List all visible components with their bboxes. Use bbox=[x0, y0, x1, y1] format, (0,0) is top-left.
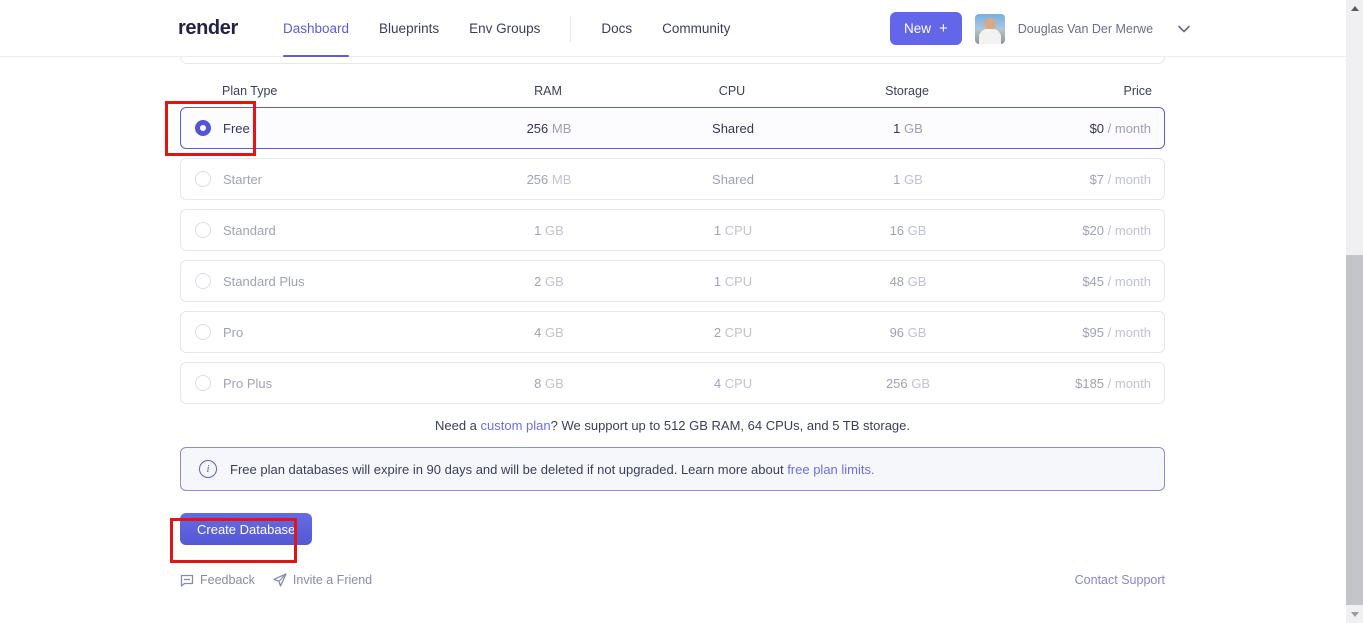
plan-row-standard[interactable]: Standard 1 GB1 CPU16 GB$20 / month bbox=[180, 209, 1165, 251]
invite-a-friend-label: Invite a Friend bbox=[293, 573, 372, 587]
ram-cell: 256 MB bbox=[441, 121, 657, 136]
storage-cell: 16 GB bbox=[809, 223, 1007, 238]
ram-cell: 4 GB bbox=[441, 325, 657, 340]
column-header-ram: RAM bbox=[440, 84, 656, 98]
scrollbar-down-icon[interactable] bbox=[1346, 606, 1363, 623]
plan-name: Pro Plus bbox=[223, 376, 272, 391]
ram-cell: 8 GB bbox=[441, 376, 657, 391]
paper-plane-icon bbox=[273, 573, 287, 587]
plan-cell-free: Free bbox=[181, 120, 441, 136]
storage-cell: 96 GB bbox=[809, 325, 1007, 340]
avatar[interactable] bbox=[975, 14, 1005, 44]
contact-support-link[interactable]: Contact Support bbox=[1075, 573, 1165, 587]
free-plan-limits-link[interactable]: free plan limits bbox=[787, 462, 871, 477]
feedback-label: Feedback bbox=[200, 573, 255, 587]
cpu-cell: 4 CPU bbox=[657, 376, 809, 391]
plan-name: Standard bbox=[223, 223, 276, 238]
radio-starter[interactable] bbox=[195, 171, 211, 187]
custom-plan-note-prefix: Need a bbox=[435, 418, 481, 433]
plan-cell-pro-plus: Pro Plus bbox=[181, 375, 441, 391]
create-database-button[interactable]: Create Database bbox=[180, 513, 312, 545]
scrollbar-up-icon[interactable] bbox=[1346, 0, 1363, 17]
nav-tab-docs[interactable]: Docs bbox=[601, 0, 632, 57]
price-cell: $95 / month bbox=[1007, 325, 1164, 340]
radio-pro-plus[interactable] bbox=[195, 375, 211, 391]
column-header-storage: Storage bbox=[808, 84, 1006, 98]
radio-standard-plus[interactable] bbox=[195, 273, 211, 289]
new-button-label: New bbox=[904, 21, 931, 36]
plan-name: Free bbox=[223, 121, 250, 136]
column-header-price: Price bbox=[1006, 84, 1165, 98]
feedback-icon bbox=[180, 573, 194, 587]
plan-row-pro[interactable]: Pro 4 GB2 CPU96 GB$95 / month bbox=[180, 311, 1165, 353]
storage-cell: 48 GB bbox=[809, 274, 1007, 289]
nav-tab-blueprints[interactable]: Blueprints bbox=[379, 0, 439, 57]
main-nav: Dashboard Blueprints Env Groups Docs Com… bbox=[283, 0, 730, 57]
info-banner-text: Free plan databases will expire in 90 da… bbox=[230, 462, 875, 477]
cpu-cell: 1 CPU bbox=[657, 223, 809, 238]
price-cell: $45 / month bbox=[1007, 274, 1164, 289]
custom-plan-note: Need a custom plan? We support up to 512… bbox=[180, 418, 1165, 433]
radio-pro[interactable] bbox=[195, 324, 211, 340]
plan-cell-starter: Starter bbox=[181, 171, 441, 187]
scrollbar-thumb[interactable] bbox=[1346, 255, 1363, 605]
ram-cell: 2 GB bbox=[441, 274, 657, 289]
cpu-cell: 1 CPU bbox=[657, 274, 809, 289]
previous-section-card-edge bbox=[180, 57, 1165, 64]
plan-cell-pro: Pro bbox=[181, 324, 441, 340]
render-logo[interactable]: render bbox=[178, 0, 238, 57]
cpu-cell: Shared bbox=[657, 172, 809, 187]
plan-name: Standard Plus bbox=[223, 274, 305, 289]
page-footer: Feedback Invite a Friend Contact Support bbox=[180, 573, 1165, 587]
storage-cell: 256 GB bbox=[809, 376, 1007, 391]
user-name[interactable]: Douglas Van Der Merwe bbox=[1018, 22, 1153, 36]
price-cell: $7 / month bbox=[1007, 172, 1164, 187]
column-header-cpu: CPU bbox=[656, 84, 808, 98]
free-plan-info-banner: i Free plan databases will expire in 90 … bbox=[180, 447, 1165, 491]
new-button[interactable]: New + bbox=[890, 12, 962, 45]
price-cell: $0 / month bbox=[1007, 121, 1164, 136]
storage-cell: 1 GB bbox=[809, 121, 1007, 136]
price-cell: $20 / month bbox=[1007, 223, 1164, 238]
nav-tab-community[interactable]: Community bbox=[662, 0, 730, 57]
page: render Dashboard Blueprints Env Groups D… bbox=[0, 0, 1363, 623]
invite-a-friend-button[interactable]: Invite a Friend bbox=[273, 573, 372, 587]
nav-tab-env-groups[interactable]: Env Groups bbox=[469, 0, 540, 57]
custom-plan-note-suffix: ? We support up to 512 GB RAM, 64 CPUs, … bbox=[551, 418, 910, 433]
radio-standard[interactable] bbox=[195, 222, 211, 238]
plus-icon: + bbox=[939, 20, 948, 37]
storage-cell: 1 GB bbox=[809, 172, 1007, 187]
ram-cell: 256 MB bbox=[441, 172, 657, 187]
header-right-cluster: New + Douglas Van Der Merwe bbox=[890, 0, 1190, 57]
radio-free[interactable] bbox=[195, 120, 211, 136]
plan-table-header: Plan Type RAM CPU Storage Price bbox=[180, 84, 1165, 98]
plan-cell-standard-plus: Standard Plus bbox=[181, 273, 441, 289]
price-cell: $185 / month bbox=[1007, 376, 1164, 391]
main-content: Plan Type RAM CPU Storage Price Free 256 … bbox=[180, 57, 1165, 587]
cpu-cell: 2 CPU bbox=[657, 325, 809, 340]
plan-name: Starter bbox=[223, 172, 262, 187]
info-icon: i bbox=[199, 460, 217, 478]
custom-plan-link[interactable]: custom plan bbox=[481, 418, 551, 433]
vertical-scrollbar[interactable] bbox=[1346, 0, 1363, 623]
plan-name: Pro bbox=[223, 325, 243, 340]
plan-row-pro-plus[interactable]: Pro Plus 8 GB4 CPU256 GB$185 / month bbox=[180, 362, 1165, 404]
column-header-plan-type: Plan Type bbox=[180, 84, 440, 98]
plan-row-free[interactable]: Free 256 MBShared1 GB$0 / month bbox=[180, 107, 1165, 149]
plan-row-standard-plus[interactable]: Standard Plus 2 GB1 CPU48 GB$45 / month bbox=[180, 260, 1165, 302]
plan-cell-standard: Standard bbox=[181, 222, 441, 238]
nav-divider bbox=[570, 16, 571, 42]
top-nav-bar: render Dashboard Blueprints Env Groups D… bbox=[0, 0, 1346, 57]
nav-tab-dashboard[interactable]: Dashboard bbox=[283, 0, 349, 57]
feedback-button[interactable]: Feedback bbox=[180, 573, 255, 587]
cpu-cell: Shared bbox=[657, 121, 809, 136]
chevron-down-icon[interactable] bbox=[1178, 25, 1190, 33]
ram-cell: 1 GB bbox=[441, 223, 657, 238]
plan-row-starter[interactable]: Starter 256 MBShared1 GB$7 / month bbox=[180, 158, 1165, 200]
plan-table: Free256 MBShared1 GB$0 / monthStarter256… bbox=[180, 107, 1165, 404]
